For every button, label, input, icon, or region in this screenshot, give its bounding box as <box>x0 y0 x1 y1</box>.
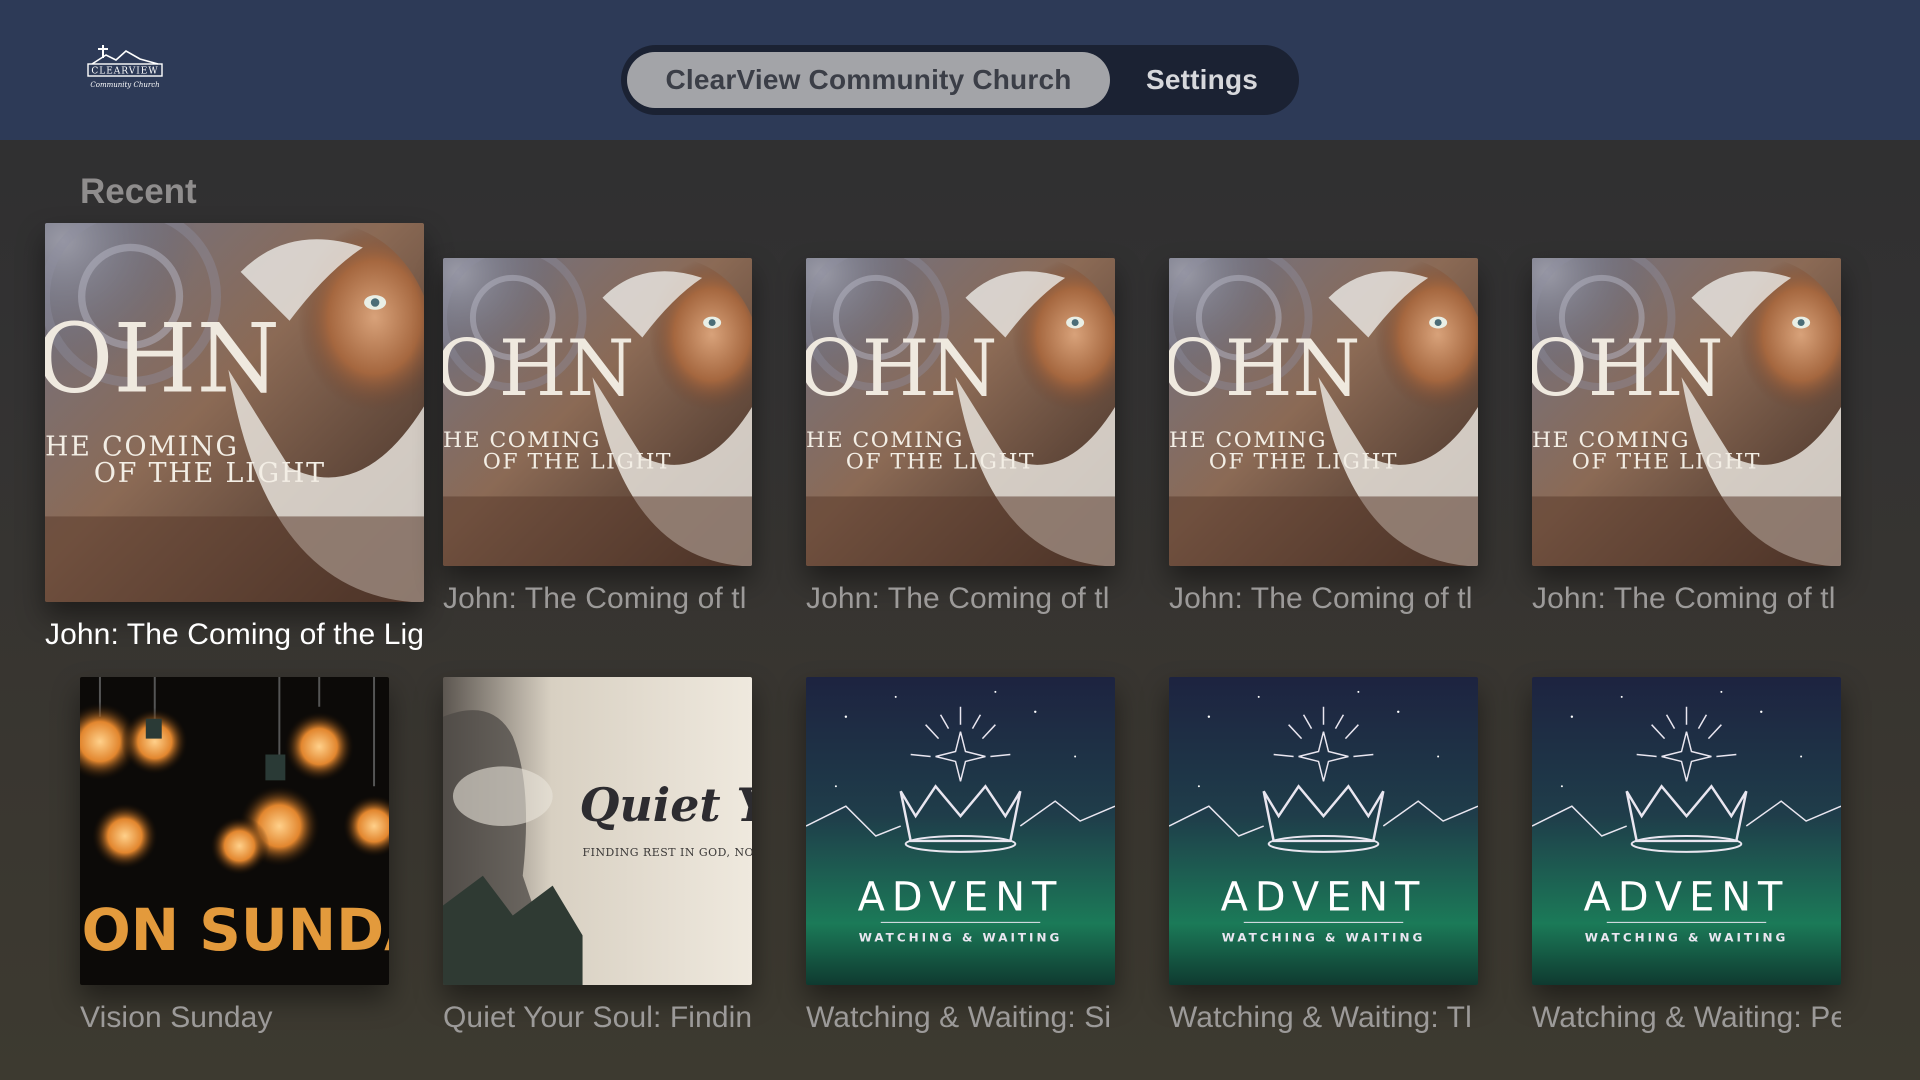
svg-text:OHN: OHN <box>443 324 635 414</box>
svg-text:ADVENT: ADVENT <box>858 875 1064 921</box>
artwork-advent: ADVENT WATCHING & WAITING <box>1169 677 1478 985</box>
artwork-john-coming-of-the-light: OHN HE COMING OF THE LIGHT <box>45 223 424 602</box>
svg-text:OF THE LIGHT: OF THE LIGHT <box>94 458 326 489</box>
artwork-john-coming-of-the-light: OHN HE COMING OF THE LIGHT <box>806 258 1115 566</box>
church-logo: CLEARVIEW Community Church <box>86 42 164 94</box>
svg-text:OHN: OHN <box>806 324 998 414</box>
tile-title: John: The Coming of tl <box>1532 582 1836 615</box>
svg-text:Quiet Your: Quiet Your <box>580 778 752 832</box>
logo-subtext: Community Church <box>90 81 159 89</box>
section-title-recent: Recent <box>80 172 197 211</box>
artwork-advent: ADVENT WATCHING & WAITING <box>1532 677 1841 985</box>
tile-title: John: The Coming of the Lig <box>45 618 423 651</box>
svg-text:OHN: OHN <box>1169 324 1361 414</box>
tab-bar: ClearView Community Church Settings <box>621 45 1299 115</box>
svg-text:OF THE LIGHT: OF THE LIGHT <box>1209 450 1398 475</box>
top-bar: CLEARVIEW Community Church ClearView Com… <box>0 0 1920 140</box>
tile-title: Watching & Waiting: Pe <box>1532 1001 1841 1034</box>
tile-title: Watching & Waiting: Tl <box>1169 1001 1472 1034</box>
svg-text:FINDING REST IN GOD, NOT I: FINDING REST IN GOD, NOT I <box>583 846 752 859</box>
artwork-quiet-your-soul: Quiet Your FINDING REST IN GOD, NOT I <box>443 677 752 985</box>
tile-title: Watching & Waiting: Si <box>806 1001 1112 1034</box>
logo-text: CLEARVIEW <box>91 67 158 77</box>
artwork-john-coming-of-the-light: OHN HE COMING OF THE LIGHT <box>1532 258 1841 566</box>
tab-settings[interactable]: Settings <box>1111 52 1293 108</box>
svg-text:WATCHING & WAITING: WATCHING & WAITING <box>1585 930 1789 944</box>
svg-text:WATCHING & WAITING: WATCHING & WAITING <box>1222 930 1426 944</box>
tile-title: John: The Coming of tl <box>1169 582 1473 615</box>
artwork-john-coming-of-the-light: OHN HE COMING OF THE LIGHT <box>443 258 752 566</box>
artwork-advent: ADVENT WATCHING & WAITING <box>806 677 1115 985</box>
tile-title: Quiet Your Soul: Findin <box>443 1001 752 1034</box>
svg-text:OHN: OHN <box>1532 324 1724 414</box>
artwork-john-coming-of-the-light: OHN HE COMING OF THE LIGHT <box>1169 258 1478 566</box>
tab-clearview-community-church[interactable]: ClearView Community Church <box>627 52 1110 108</box>
artwork-title: OHN <box>45 304 280 415</box>
svg-text:ION SUNDAY: ION SUNDAY <box>80 896 389 964</box>
svg-text:OF THE LIGHT: OF THE LIGHT <box>1572 450 1761 475</box>
artwork-vision-sunday: ION SUNDAY <box>80 677 389 985</box>
svg-text:WATCHING & WAITING: WATCHING & WAITING <box>859 930 1063 944</box>
svg-text:ADVENT: ADVENT <box>1584 875 1790 921</box>
tile-title: John: The Coming of tl <box>443 582 747 615</box>
svg-text:OF THE LIGHT: OF THE LIGHT <box>846 450 1035 475</box>
svg-text:ADVENT: ADVENT <box>1221 875 1427 921</box>
tile-title: John: The Coming of tl <box>806 582 1110 615</box>
tile-title: Vision Sunday <box>80 1001 273 1034</box>
svg-text:OF THE LIGHT: OF THE LIGHT <box>483 450 672 475</box>
